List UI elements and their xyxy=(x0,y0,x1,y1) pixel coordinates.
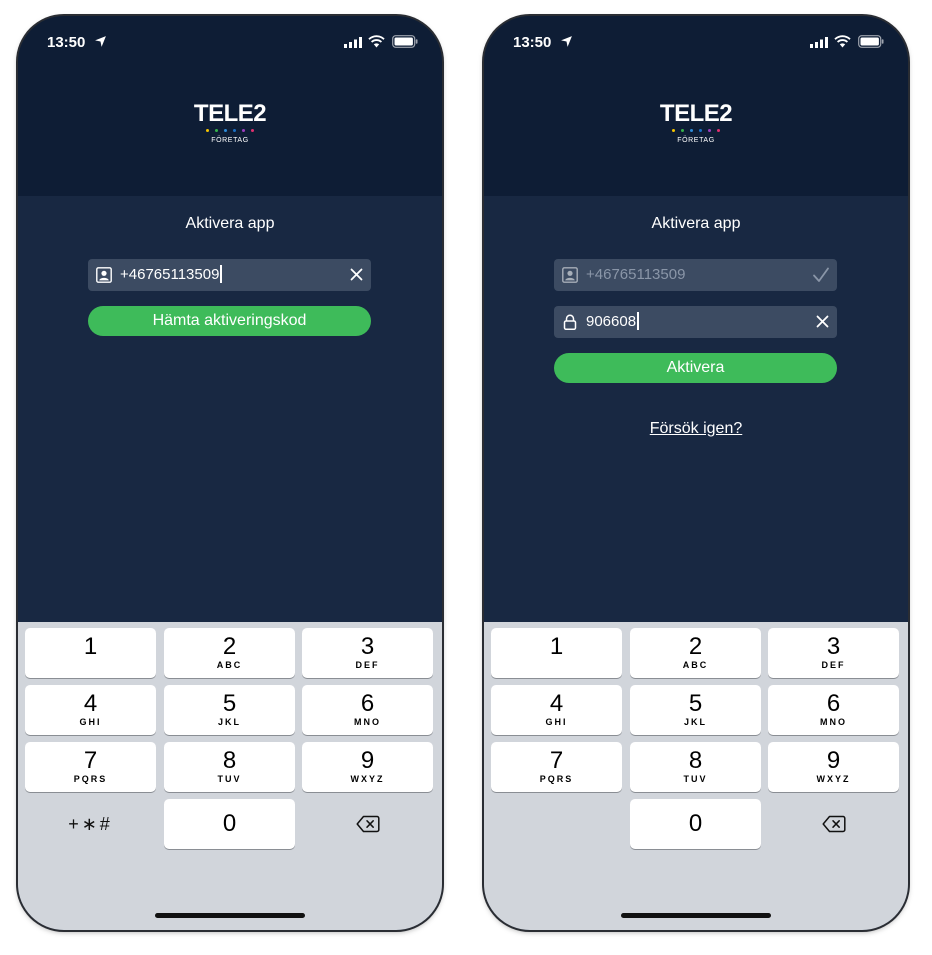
location-arrow-icon xyxy=(95,36,106,47)
phone-number-field[interactable]: +46765113509 xyxy=(554,259,837,291)
symbols-label: +∗# xyxy=(68,814,113,834)
logo-wordmark: TELE2 xyxy=(193,100,267,127)
wifi-icon xyxy=(834,35,851,48)
key-8[interactable]: 8 TUV xyxy=(164,742,295,792)
symbols-key[interactable]: +∗# xyxy=(25,799,156,849)
key-6[interactable]: 6 MNO xyxy=(302,685,433,735)
cellular-signal-icon xyxy=(810,37,828,48)
text-caret xyxy=(637,312,639,331)
backspace-icon xyxy=(355,815,380,833)
key-7[interactable]: 7 PQRS xyxy=(25,742,156,792)
numeric-keyboard: 1 2 ABC 3 DEF 4 GHI 5 JKL 6 MNO 7 PQRS 8 TUV 9W… xyxy=(484,622,908,930)
activate-button[interactable]: Aktivera xyxy=(554,353,837,383)
page-title: Aktivera app xyxy=(651,215,741,232)
page-title: Aktivera app xyxy=(185,215,275,232)
home-indicator xyxy=(621,913,771,918)
key-4[interactable]: 4 GHI xyxy=(25,685,156,735)
lock-icon xyxy=(563,314,577,330)
tele2-logo: TELE2 FÖRETAG xyxy=(484,100,908,145)
battery-icon xyxy=(392,35,418,48)
phone-number-field[interactable]: +46765113509 xyxy=(88,259,371,291)
key-3[interactable]: 3 DEF xyxy=(302,628,433,678)
logo-subtitle: FÖRETAG xyxy=(677,137,715,144)
activation-code-value: 906608 xyxy=(586,313,637,330)
numeric-keyboard: 1 2 ABC 3 DEF 4 GHI 5 JKL 6 MNO 7 PQRS 8 TUV 9W… xyxy=(18,622,442,930)
status-bar: 13:50 xyxy=(18,16,442,64)
key-0[interactable]: 0 xyxy=(164,799,295,849)
phone-screen-request-code: 13:50 TELE2 FÖRETAG Aktivera app +467651… xyxy=(18,16,442,930)
key-4[interactable]: 4 GHI xyxy=(491,685,622,735)
key-7[interactable]: 7 PQRS xyxy=(491,742,622,792)
contact-card-icon xyxy=(562,267,578,283)
phone-number-value: +46765113509 xyxy=(120,266,220,283)
key-9[interactable]: 9 WXYZ xyxy=(768,742,899,792)
status-time: 13:50 xyxy=(47,34,86,51)
key-1[interactable]: 1 xyxy=(491,628,622,678)
clear-icon[interactable] xyxy=(816,315,829,328)
clear-icon[interactable] xyxy=(350,268,363,281)
key-2[interactable]: 2 ABC xyxy=(630,628,761,678)
location-arrow-icon xyxy=(561,36,572,47)
key-2[interactable]: 2 ABC xyxy=(164,628,295,678)
logo-subtitle: FÖRETAG xyxy=(211,137,249,144)
logo-dots xyxy=(18,129,442,134)
logo-wordmark: TELE2 xyxy=(659,100,733,127)
tele2-logo: TELE2 FÖRETAG xyxy=(18,100,442,145)
key-8[interactable]: 8 TUV xyxy=(630,742,761,792)
key-6[interactable]: 6 MNO xyxy=(768,685,899,735)
phone-screen-activate: 13:50 TELE2 FÖRETAG Aktivera app +467651… xyxy=(484,16,908,930)
key-1[interactable]: 1 xyxy=(25,628,156,678)
delete-key[interactable] xyxy=(302,799,433,849)
battery-icon xyxy=(858,35,884,48)
text-caret xyxy=(220,265,222,284)
key-9[interactable]: 9 WXYZ xyxy=(302,742,433,792)
delete-key[interactable] xyxy=(768,799,899,849)
wifi-icon xyxy=(368,35,385,48)
backspace-icon xyxy=(821,815,846,833)
header: 13:50 TELE2 FÖRETAG xyxy=(18,16,442,196)
phone-number-value: +46765113509 xyxy=(586,266,686,283)
home-indicator xyxy=(155,913,305,918)
key-0[interactable]: 0 xyxy=(630,799,761,849)
cellular-signal-icon xyxy=(344,37,362,48)
status-time: 13:50 xyxy=(513,34,552,51)
retry-link[interactable]: Försök igen? xyxy=(484,420,908,438)
key-3[interactable]: 3 DEF xyxy=(768,628,899,678)
logo-dots xyxy=(484,129,908,134)
status-bar: 13:50 xyxy=(484,16,908,64)
contact-card-icon xyxy=(96,267,112,283)
key-5[interactable]: 5 JKL xyxy=(164,685,295,735)
header: 13:50 TELE2 FÖRETAG xyxy=(484,16,908,196)
get-activation-code-button[interactable]: Hämta aktiveringskod xyxy=(88,306,371,336)
checkmark-icon xyxy=(813,267,829,282)
key-5[interactable]: 5 JKL xyxy=(630,685,761,735)
activation-code-field[interactable]: 906608 xyxy=(554,306,837,338)
